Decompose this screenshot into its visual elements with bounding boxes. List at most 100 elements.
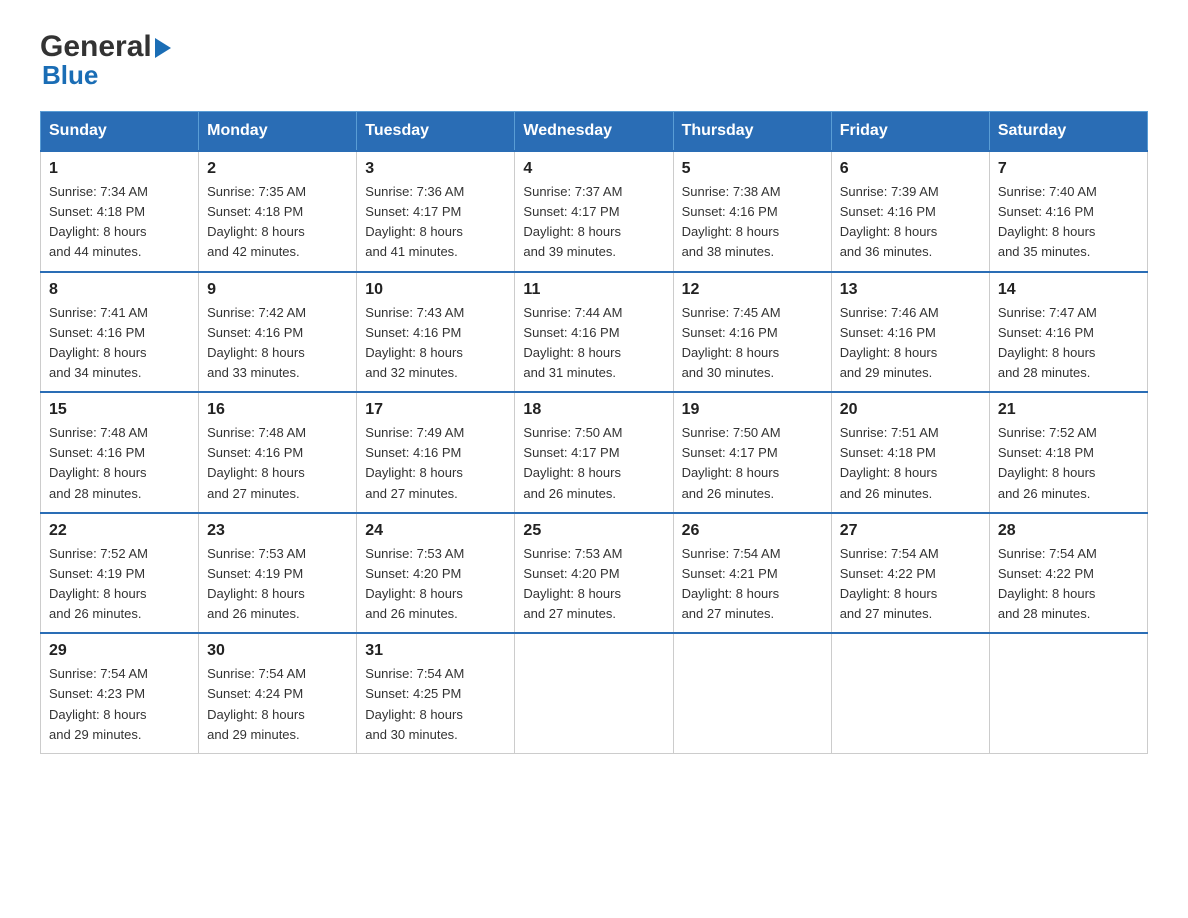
calendar-cell: 22 Sunrise: 7:52 AM Sunset: 4:19 PM Dayl… xyxy=(41,513,199,634)
calendar-cell xyxy=(831,633,989,753)
day-number: 25 xyxy=(523,522,664,540)
day-number: 20 xyxy=(840,401,981,419)
calendar-cell: 23 Sunrise: 7:53 AM Sunset: 4:19 PM Dayl… xyxy=(199,513,357,634)
day-info: Sunrise: 7:44 AM Sunset: 4:16 PM Dayligh… xyxy=(523,303,664,384)
day-number: 23 xyxy=(207,522,348,540)
day-info: Sunrise: 7:53 AM Sunset: 4:20 PM Dayligh… xyxy=(365,544,506,625)
day-info: Sunrise: 7:42 AM Sunset: 4:16 PM Dayligh… xyxy=(207,303,348,384)
day-number: 7 xyxy=(998,160,1139,178)
day-number: 17 xyxy=(365,401,506,419)
day-number: 21 xyxy=(998,401,1139,419)
day-number: 8 xyxy=(49,281,190,299)
calendar-cell: 3 Sunrise: 7:36 AM Sunset: 4:17 PM Dayli… xyxy=(357,151,515,272)
day-number: 13 xyxy=(840,281,981,299)
week-row-5: 29 Sunrise: 7:54 AM Sunset: 4:23 PM Dayl… xyxy=(41,633,1148,753)
calendar-cell: 21 Sunrise: 7:52 AM Sunset: 4:18 PM Dayl… xyxy=(989,392,1147,513)
day-info: Sunrise: 7:54 AM Sunset: 4:22 PM Dayligh… xyxy=(840,544,981,625)
calendar-cell xyxy=(673,633,831,753)
day-info: Sunrise: 7:52 AM Sunset: 4:19 PM Dayligh… xyxy=(49,544,190,625)
calendar-cell: 10 Sunrise: 7:43 AM Sunset: 4:16 PM Dayl… xyxy=(357,272,515,393)
day-number: 12 xyxy=(682,281,823,299)
day-info: Sunrise: 7:50 AM Sunset: 4:17 PM Dayligh… xyxy=(523,423,664,504)
calendar-cell: 26 Sunrise: 7:54 AM Sunset: 4:21 PM Dayl… xyxy=(673,513,831,634)
page-header: General Blue xyxy=(40,30,1148,91)
calendar-cell: 25 Sunrise: 7:53 AM Sunset: 4:20 PM Dayl… xyxy=(515,513,673,634)
calendar-cell: 11 Sunrise: 7:44 AM Sunset: 4:16 PM Dayl… xyxy=(515,272,673,393)
day-info: Sunrise: 7:35 AM Sunset: 4:18 PM Dayligh… xyxy=(207,182,348,263)
day-number: 27 xyxy=(840,522,981,540)
calendar-cell: 13 Sunrise: 7:46 AM Sunset: 4:16 PM Dayl… xyxy=(831,272,989,393)
day-number: 30 xyxy=(207,642,348,660)
day-info: Sunrise: 7:52 AM Sunset: 4:18 PM Dayligh… xyxy=(998,423,1139,504)
calendar-cell: 17 Sunrise: 7:49 AM Sunset: 4:16 PM Dayl… xyxy=(357,392,515,513)
day-info: Sunrise: 7:34 AM Sunset: 4:18 PM Dayligh… xyxy=(49,182,190,263)
day-info: Sunrise: 7:40 AM Sunset: 4:16 PM Dayligh… xyxy=(998,182,1139,263)
day-info: Sunrise: 7:41 AM Sunset: 4:16 PM Dayligh… xyxy=(49,303,190,384)
day-info: Sunrise: 7:53 AM Sunset: 4:20 PM Dayligh… xyxy=(523,544,664,625)
day-number: 5 xyxy=(682,160,823,178)
week-row-3: 15 Sunrise: 7:48 AM Sunset: 4:16 PM Dayl… xyxy=(41,392,1148,513)
day-info: Sunrise: 7:51 AM Sunset: 4:18 PM Dayligh… xyxy=(840,423,981,504)
logo-general: General xyxy=(40,30,152,64)
day-info: Sunrise: 7:54 AM Sunset: 4:21 PM Dayligh… xyxy=(682,544,823,625)
calendar-cell: 18 Sunrise: 7:50 AM Sunset: 4:17 PM Dayl… xyxy=(515,392,673,513)
day-info: Sunrise: 7:53 AM Sunset: 4:19 PM Dayligh… xyxy=(207,544,348,625)
day-number: 2 xyxy=(207,160,348,178)
day-number: 15 xyxy=(49,401,190,419)
calendar-cell: 9 Sunrise: 7:42 AM Sunset: 4:16 PM Dayli… xyxy=(199,272,357,393)
calendar-cell: 1 Sunrise: 7:34 AM Sunset: 4:18 PM Dayli… xyxy=(41,151,199,272)
day-info: Sunrise: 7:54 AM Sunset: 4:22 PM Dayligh… xyxy=(998,544,1139,625)
calendar-cell: 6 Sunrise: 7:39 AM Sunset: 4:16 PM Dayli… xyxy=(831,151,989,272)
day-info: Sunrise: 7:54 AM Sunset: 4:23 PM Dayligh… xyxy=(49,664,190,745)
day-info: Sunrise: 7:39 AM Sunset: 4:16 PM Dayligh… xyxy=(840,182,981,263)
calendar-cell: 7 Sunrise: 7:40 AM Sunset: 4:16 PM Dayli… xyxy=(989,151,1147,272)
week-row-1: 1 Sunrise: 7:34 AM Sunset: 4:18 PM Dayli… xyxy=(41,151,1148,272)
calendar-cell: 30 Sunrise: 7:54 AM Sunset: 4:24 PM Dayl… xyxy=(199,633,357,753)
calendar-cell: 5 Sunrise: 7:38 AM Sunset: 4:16 PM Dayli… xyxy=(673,151,831,272)
day-number: 4 xyxy=(523,160,664,178)
day-info: Sunrise: 7:48 AM Sunset: 4:16 PM Dayligh… xyxy=(49,423,190,504)
calendar-cell: 15 Sunrise: 7:48 AM Sunset: 4:16 PM Dayl… xyxy=(41,392,199,513)
calendar-cell: 4 Sunrise: 7:37 AM Sunset: 4:17 PM Dayli… xyxy=(515,151,673,272)
calendar-cell: 12 Sunrise: 7:45 AM Sunset: 4:16 PM Dayl… xyxy=(673,272,831,393)
calendar-header-row: SundayMondayTuesdayWednesdayThursdayFrid… xyxy=(41,112,1148,152)
day-info: Sunrise: 7:45 AM Sunset: 4:16 PM Dayligh… xyxy=(682,303,823,384)
day-number: 24 xyxy=(365,522,506,540)
header-tuesday: Tuesday xyxy=(357,112,515,152)
calendar-cell: 31 Sunrise: 7:54 AM Sunset: 4:25 PM Dayl… xyxy=(357,633,515,753)
day-info: Sunrise: 7:46 AM Sunset: 4:16 PM Dayligh… xyxy=(840,303,981,384)
day-number: 31 xyxy=(365,642,506,660)
day-number: 9 xyxy=(207,281,348,299)
calendar-cell: 24 Sunrise: 7:53 AM Sunset: 4:20 PM Dayl… xyxy=(357,513,515,634)
logo-blue-text: Blue xyxy=(42,60,98,91)
calendar-cell: 28 Sunrise: 7:54 AM Sunset: 4:22 PM Dayl… xyxy=(989,513,1147,634)
day-info: Sunrise: 7:36 AM Sunset: 4:17 PM Dayligh… xyxy=(365,182,506,263)
day-info: Sunrise: 7:43 AM Sunset: 4:16 PM Dayligh… xyxy=(365,303,506,384)
calendar-cell: 14 Sunrise: 7:47 AM Sunset: 4:16 PM Dayl… xyxy=(989,272,1147,393)
day-number: 16 xyxy=(207,401,348,419)
day-number: 26 xyxy=(682,522,823,540)
logo: General Blue xyxy=(40,30,171,91)
day-number: 1 xyxy=(49,160,190,178)
header-wednesday: Wednesday xyxy=(515,112,673,152)
calendar-cell: 8 Sunrise: 7:41 AM Sunset: 4:16 PM Dayli… xyxy=(41,272,199,393)
week-row-2: 8 Sunrise: 7:41 AM Sunset: 4:16 PM Dayli… xyxy=(41,272,1148,393)
day-info: Sunrise: 7:38 AM Sunset: 4:16 PM Dayligh… xyxy=(682,182,823,263)
day-number: 6 xyxy=(840,160,981,178)
day-info: Sunrise: 7:54 AM Sunset: 4:25 PM Dayligh… xyxy=(365,664,506,745)
day-number: 3 xyxy=(365,160,506,178)
day-number: 28 xyxy=(998,522,1139,540)
day-info: Sunrise: 7:47 AM Sunset: 4:16 PM Dayligh… xyxy=(998,303,1139,384)
calendar-cell xyxy=(515,633,673,753)
calendar-cell: 16 Sunrise: 7:48 AM Sunset: 4:16 PM Dayl… xyxy=(199,392,357,513)
day-number: 22 xyxy=(49,522,190,540)
day-info: Sunrise: 7:54 AM Sunset: 4:24 PM Dayligh… xyxy=(207,664,348,745)
header-thursday: Thursday xyxy=(673,112,831,152)
day-number: 19 xyxy=(682,401,823,419)
week-row-4: 22 Sunrise: 7:52 AM Sunset: 4:19 PM Dayl… xyxy=(41,513,1148,634)
day-number: 18 xyxy=(523,401,664,419)
day-number: 14 xyxy=(998,281,1139,299)
header-monday: Monday xyxy=(199,112,357,152)
calendar-cell: 2 Sunrise: 7:35 AM Sunset: 4:18 PM Dayli… xyxy=(199,151,357,272)
calendar-cell: 19 Sunrise: 7:50 AM Sunset: 4:17 PM Dayl… xyxy=(673,392,831,513)
